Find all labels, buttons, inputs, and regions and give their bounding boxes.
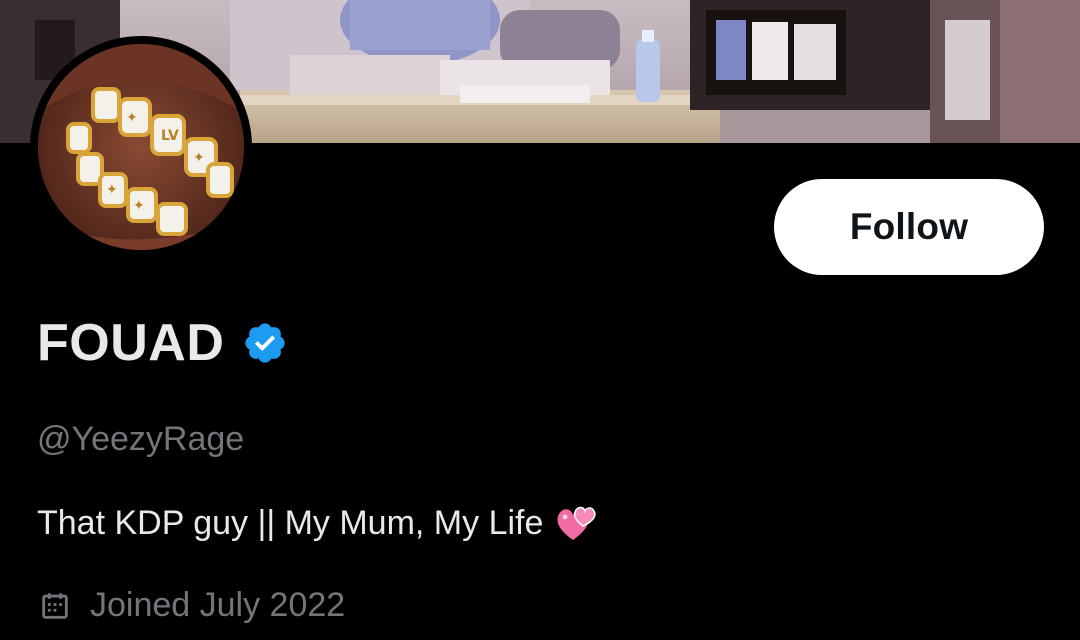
svg-text:✦: ✦ [106, 182, 118, 198]
svg-text:✦: ✦ [133, 198, 145, 214]
svg-text:LV: LV [161, 128, 179, 144]
profile-page: LV ✦ ✦ ✦ ✦ Follow FOUAD @YeezyRage That … [0, 0, 1080, 640]
joined-date-text: Joined July 2022 [90, 586, 346, 624]
joined-date-row: Joined July 2022 [38, 586, 345, 625]
user-handle: @YeezyRage [37, 420, 245, 458]
bio-text: That KDP guy || My Mum, My Life [37, 503, 544, 542]
avatar-image: LV ✦ ✦ ✦ ✦ [38, 44, 244, 250]
follow-button[interactable]: Follow [774, 179, 1044, 275]
svg-text:✦: ✦ [193, 150, 205, 166]
svg-text:✦: ✦ [126, 110, 138, 126]
profile-avatar[interactable]: LV ✦ ✦ ✦ ✦ [30, 36, 252, 258]
name-row: FOUAD [37, 310, 288, 376]
profile-bio: That KDP guy || My Mum, My Life [37, 500, 599, 546]
verified-badge-icon[interactable] [242, 320, 288, 366]
two-hearts-icon [553, 500, 599, 546]
display-name: FOUAD [37, 314, 225, 372]
calendar-icon [38, 589, 72, 623]
